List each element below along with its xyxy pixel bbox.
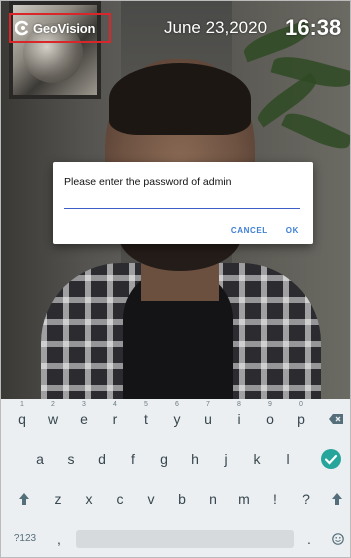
key-d[interactable]: d	[87, 443, 117, 475]
key-question[interactable]: ?	[291, 483, 321, 515]
key-v[interactable]: v	[136, 483, 166, 515]
shift-key-right[interactable]	[325, 483, 349, 515]
key-x[interactable]: x	[74, 483, 104, 515]
key-w[interactable]: 2w	[38, 401, 68, 435]
key-p[interactable]: 0p	[286, 401, 316, 435]
key-period[interactable]: .	[299, 523, 319, 555]
soft-keyboard: 1q 2w 3e 4r 5t 6y 7u 8i 9o 0p a s d f g …	[1, 399, 350, 557]
key-l[interactable]: l	[273, 443, 303, 475]
key-m[interactable]: m	[229, 483, 259, 515]
status-bar: GeoVision June 23,2020 16:38	[1, 1, 350, 47]
shift-arrow-icon	[332, 493, 342, 505]
shift-arrow-icon	[19, 493, 29, 505]
key-hint: 5	[144, 401, 148, 408]
key-f[interactable]: f	[118, 443, 148, 475]
key-comma[interactable]: ,	[49, 523, 69, 555]
key-o[interactable]: 9o	[255, 401, 285, 435]
key-exclamation[interactable]: !	[260, 483, 290, 515]
key-hint: 9	[268, 401, 272, 408]
key-hint: 6	[175, 401, 179, 408]
key-n[interactable]: n	[198, 483, 228, 515]
keyboard-row-3: z x c v b n m ! ?	[1, 483, 350, 515]
time-display: 16:38	[285, 15, 342, 40]
key-b[interactable]: b	[167, 483, 197, 515]
password-dialog: Please enter the password of admin CANCE…	[53, 162, 313, 244]
backspace-key[interactable]	[323, 403, 349, 435]
backspace-icon	[329, 414, 343, 424]
key-y[interactable]: 6y	[162, 401, 192, 435]
key-q[interactable]: 1q	[7, 401, 37, 435]
geovision-logo-icon	[15, 20, 28, 36]
keyboard-row-1: 1q 2w 3e 4r 5t 6y 7u 8i 9o 0p	[1, 401, 350, 435]
brand-name: GeoVision	[33, 20, 96, 36]
key-g[interactable]: g	[149, 443, 179, 475]
key-hint: 7	[206, 401, 210, 408]
key-hint: 0	[299, 401, 303, 408]
emoji-icon	[332, 533, 344, 545]
checkmark-icon	[324, 454, 338, 465]
key-s[interactable]: s	[56, 443, 86, 475]
emoji-key[interactable]	[327, 523, 349, 555]
key-hint: 2	[51, 401, 55, 408]
ok-button[interactable]: OK	[286, 226, 299, 235]
key-t[interactable]: 5t	[131, 401, 161, 435]
shift-key[interactable]	[11, 483, 37, 515]
dialog-message: Please enter the password of admin	[64, 176, 232, 188]
key-h[interactable]: h	[180, 443, 210, 475]
key-hint: 4	[113, 401, 117, 408]
symbols-key[interactable]: ?123	[7, 523, 43, 555]
key-j[interactable]: j	[211, 443, 241, 475]
key-z[interactable]: z	[43, 483, 73, 515]
password-input[interactable]	[64, 194, 300, 209]
key-hint: 8	[237, 401, 241, 408]
keyboard-row-4: ?123 , .	[1, 523, 350, 555]
enter-key[interactable]	[321, 449, 341, 469]
key-k[interactable]: k	[242, 443, 272, 475]
cancel-button[interactable]: CANCEL	[231, 226, 268, 235]
key-u[interactable]: 7u	[193, 401, 223, 435]
key-r[interactable]: 4r	[100, 401, 130, 435]
key-hint: 3	[82, 401, 86, 408]
spacebar[interactable]	[76, 530, 294, 548]
key-a[interactable]: a	[25, 443, 55, 475]
key-i[interactable]: 8i	[224, 401, 254, 435]
key-e[interactable]: 3e	[69, 401, 99, 435]
date-display: June 23,2020	[164, 18, 268, 37]
key-c[interactable]: c	[105, 483, 135, 515]
key-hint: 1	[20, 401, 24, 408]
keyboard-row-2: a s d f g h j k l	[1, 443, 350, 475]
brand-logo: GeoVision	[9, 13, 111, 43]
phone-screen: GeoVision June 23,2020 16:38 Please ente…	[0, 0, 351, 558]
